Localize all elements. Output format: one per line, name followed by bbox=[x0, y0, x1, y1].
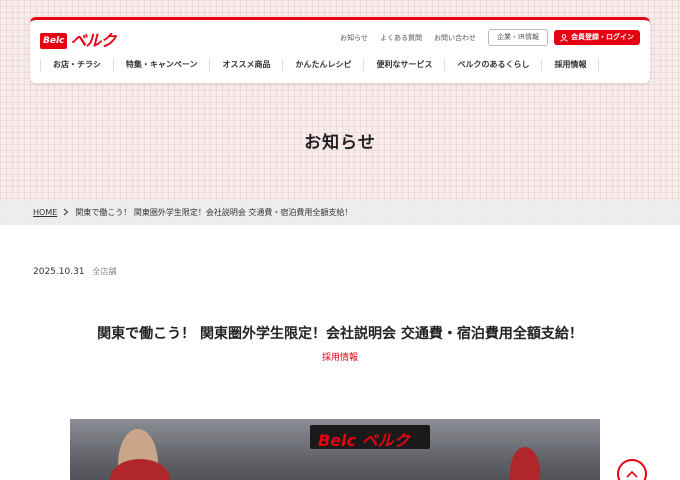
breadcrumb-current: 関東で働こう！ 関東圏外学生限定！会社説明会 交通費・宿泊費用全額支給！ bbox=[75, 207, 353, 217]
utility-links: お知らせ よくある質問 お問い合わせ 企業・IR情報 会員登録・ログイン bbox=[328, 29, 640, 46]
nav-item-stores[interactable]: お店・チラシ bbox=[40, 59, 113, 71]
nav-item-recipes[interactable]: かんたんレシピ bbox=[282, 59, 363, 71]
corporate-ir-button[interactable]: 企業・IR情報 bbox=[488, 29, 548, 46]
logo-text: ベルク bbox=[70, 31, 116, 50]
site-logo[interactable]: Belc ベルク bbox=[40, 31, 116, 50]
chevron-right-icon bbox=[63, 208, 69, 216]
user-icon bbox=[560, 33, 568, 42]
login-button[interactable]: 会員登録・ログイン bbox=[554, 30, 640, 45]
faq-link[interactable]: よくある質問 bbox=[380, 32, 422, 44]
logo-box: Belc bbox=[40, 33, 68, 49]
nav-item-services[interactable]: 便利なサービス bbox=[363, 59, 444, 71]
article-store: 全店舗 bbox=[92, 267, 117, 276]
article-date: 2025.10.31 bbox=[33, 266, 85, 277]
page-title: お知らせ bbox=[304, 133, 376, 153]
breadcrumb-home[interactable]: HOME bbox=[33, 208, 57, 217]
photo-store-sign: Belc ベルク bbox=[310, 425, 430, 450]
contact-link[interactable]: お問い合わせ bbox=[434, 32, 476, 44]
news-link[interactable]: お知らせ bbox=[340, 32, 368, 44]
nav-item-campaigns[interactable]: 特集・キャンペーン bbox=[112, 59, 210, 71]
photo-person bbox=[510, 447, 540, 480]
main-nav: お店・チラシ 特集・キャンペーン オススメ商品 かんたんレシピ 便利なサービス … bbox=[40, 59, 600, 71]
nav-item-recruit[interactable]: 採用情報 bbox=[541, 59, 600, 71]
photo-sign-text: Belc ベルク bbox=[318, 431, 410, 450]
breadcrumb: HOME 関東で働こう！ 関東圏外学生限定！会社説明会 交通費・宿泊費用全額支給… bbox=[0, 201, 680, 223]
nav-item-lifestyle[interactable]: ベルクのあるくらし bbox=[444, 59, 541, 71]
login-button-label: 会員登録・ログイン bbox=[571, 33, 634, 41]
nav-item-recommended[interactable]: オススメ商品 bbox=[209, 59, 282, 71]
site-header: Belc ベルク お知らせ よくある質問 お問い合わせ 企業・IR情報 会員登録… bbox=[30, 17, 650, 83]
article-photo: Belc ベルク bbox=[70, 419, 600, 480]
article-title: 関東で働こう！ 関東圏外学生限定！会社説明会 交通費・宿泊費用全額支給！ bbox=[97, 326, 583, 342]
chevron-up-icon bbox=[626, 470, 638, 478]
article-meta: 2025.10.31 全店舗 bbox=[33, 266, 117, 277]
scroll-to-top-button[interactable] bbox=[617, 459, 647, 480]
article-category[interactable]: 採用情報 bbox=[0, 350, 680, 363]
